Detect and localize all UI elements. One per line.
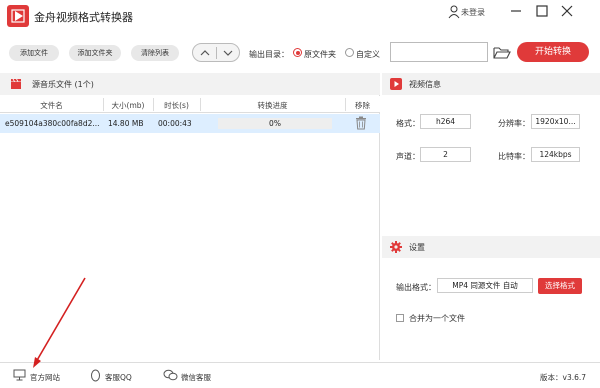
- file-size: 14.80 MB: [108, 119, 144, 128]
- wechat-icon[interactable]: [163, 369, 178, 381]
- minimize-icon[interactable]: [509, 4, 523, 18]
- col-remove: 移除: [355, 101, 370, 110]
- app-logo-icon: [7, 5, 29, 27]
- qq-penguin-icon[interactable]: [90, 369, 101, 382]
- official-website-link[interactable]: 官方网站: [30, 372, 60, 383]
- file-name: e509104a380c00fa8d2...: [5, 119, 100, 128]
- close-icon[interactable]: [560, 4, 574, 18]
- bitrate-value: 124kbps: [531, 147, 580, 162]
- progress-text: 0%: [269, 119, 281, 128]
- output-dir-label: 输出目录：: [249, 50, 289, 59]
- custom-folder-radio[interactable]: [345, 48, 354, 57]
- support-wechat-link[interactable]: 微信客服: [181, 372, 211, 383]
- folder-open-icon[interactable]: [493, 46, 511, 59]
- source-folder-radio[interactable]: [293, 48, 302, 57]
- version-label: 版本：v3.6.7: [540, 373, 587, 382]
- resolution-label: 分辨率：: [498, 119, 530, 128]
- source-folder-label[interactable]: 原文件夹: [304, 49, 336, 60]
- file-duration: 00:00:43: [158, 119, 192, 128]
- support-qq-link[interactable]: 客服QQ: [105, 372, 132, 383]
- monitor-icon[interactable]: [13, 369, 26, 381]
- chevron-up-icon[interactable]: [199, 48, 211, 58]
- col-name: 文件名: [40, 101, 63, 110]
- channels-label: 声道：: [396, 152, 420, 161]
- conversion-progress-bar: 0%: [218, 118, 332, 129]
- clapperboard-icon: [11, 78, 21, 89]
- output-format-value[interactable]: MP4 同源文件 自动: [437, 278, 533, 293]
- settings-header: 设置: [382, 236, 600, 258]
- output-format-label: 输出格式：: [396, 283, 436, 292]
- settings-title: 设置: [409, 243, 425, 252]
- output-path-input[interactable]: [390, 42, 488, 62]
- format-value: h264: [420, 114, 471, 129]
- merge-checkbox[interactable]: [396, 314, 404, 322]
- user-icon[interactable]: [448, 5, 460, 19]
- col-duration: 时长(s): [164, 101, 189, 110]
- merge-label[interactable]: 合并为一个文件: [409, 313, 465, 324]
- add-file-button[interactable]: 添加文件: [9, 45, 59, 61]
- custom-folder-label[interactable]: 自定义: [356, 49, 380, 60]
- play-icon: [390, 78, 402, 90]
- table-row[interactable]: e509104a380c00fa8d2... 14.80 MB 00:00:43…: [0, 114, 380, 133]
- file-list-panel: 源音乐文件 (1个) 文件名 大小(mb) 时长(s) 转换进度 移除 e509…: [0, 73, 380, 360]
- title-bar: 金舟视频格式转换器 未登录: [0, 0, 600, 36]
- maximize-icon[interactable]: [535, 4, 549, 18]
- chevron-down-icon[interactable]: [222, 48, 234, 58]
- info-panel: 视频信息 格式： h264 分辨率： 1920x10... 声道： 2 比特率：…: [382, 73, 600, 360]
- move-up-down-control: [192, 43, 240, 62]
- channels-value: 2: [420, 147, 471, 162]
- clear-list-button[interactable]: 清除列表: [131, 45, 179, 61]
- bitrate-label: 比特率：: [498, 152, 530, 161]
- trash-icon[interactable]: [355, 116, 367, 130]
- gear-icon: [390, 241, 402, 253]
- col-size: 大小(mb): [111, 101, 145, 110]
- file-list-header: 源音乐文件 (1个): [0, 73, 380, 95]
- start-convert-button[interactable]: 开始转换: [517, 42, 589, 62]
- file-list-title: 源音乐文件 (1个): [32, 80, 94, 89]
- status-bar: 官方网站 客服QQ 微信客服 版本：v3.6.7: [0, 362, 600, 388]
- format-label: 格式：: [396, 119, 420, 128]
- add-folder-button[interactable]: 添加文件夹: [69, 45, 121, 61]
- file-table-header: 文件名 大小(mb) 时长(s) 转换进度 移除: [0, 96, 380, 113]
- video-info-title: 视频信息: [409, 80, 441, 89]
- toolbar: 添加文件 添加文件夹 清除列表 输出目录： 原文件夹 自定义 开始转换: [0, 36, 600, 72]
- select-format-button[interactable]: 选择格式: [538, 278, 582, 294]
- app-title: 金舟视频格式转换器: [34, 11, 133, 24]
- col-progress: 转换进度: [257, 101, 288, 110]
- resolution-value: 1920x10...: [531, 114, 580, 129]
- video-info-header: 视频信息: [382, 73, 600, 95]
- login-link[interactable]: 未登录: [461, 7, 485, 18]
